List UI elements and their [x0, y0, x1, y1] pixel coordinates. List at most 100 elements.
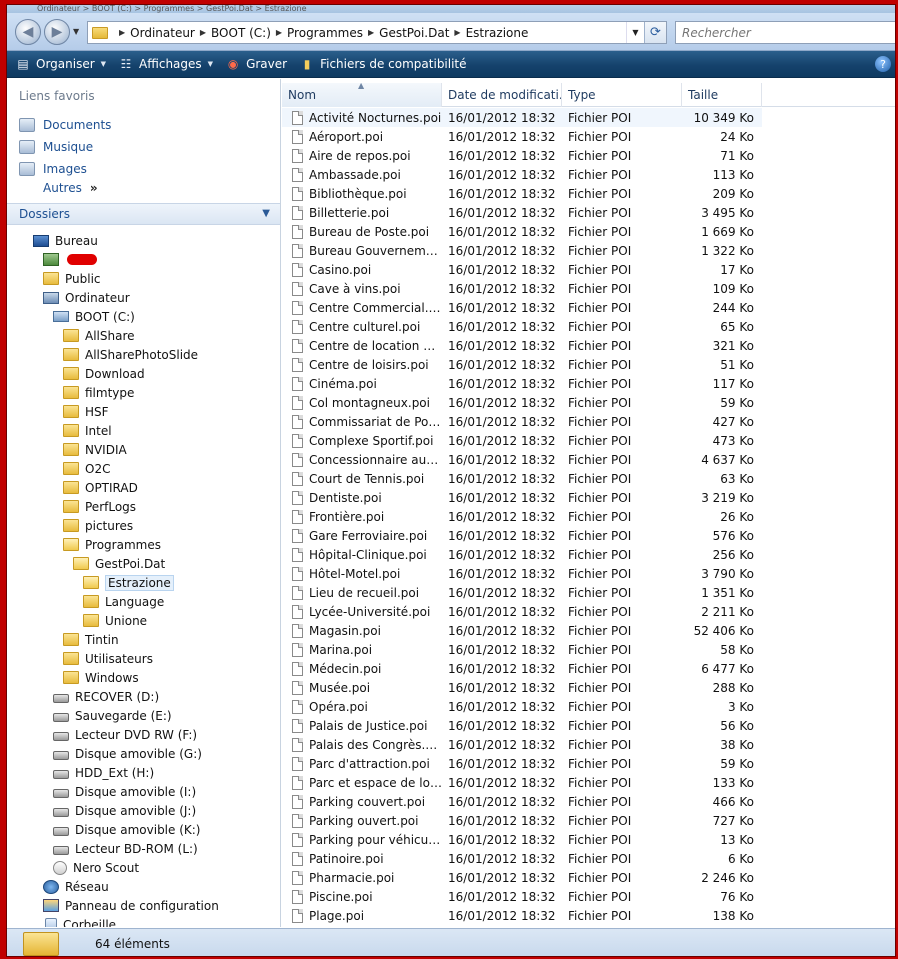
file-row[interactable]: Cinéma.poi 16/01/2012 18:32 Fichier POI 117… [282, 374, 762, 393]
file-row[interactable]: Centre de location de ... 16/01/2012 18:3… [282, 336, 762, 355]
tree-item[interactable]: RECOVER (D:) [53, 687, 159, 706]
file-row[interactable]: Aire de repos.poi 16/01/2012 18:32 Fichier… [282, 146, 762, 165]
file-row[interactable]: Lycée-Université.poi 16/01/2012 18:32 Fich… [282, 602, 762, 621]
favorites-more-link[interactable]: Autres » [43, 181, 98, 195]
file-row[interactable]: Ambassade.poi 16/01/2012 18:32 Fichier POI… [282, 165, 762, 184]
tree-item[interactable]: Programmes [63, 535, 161, 554]
breadcrumb-item[interactable]: GestPoi.Dat [379, 26, 449, 40]
tree-item[interactable]: Bureau [33, 231, 98, 250]
file-row[interactable]: Parking ouvert.poi 16/01/2012 18:32 Fichie… [282, 811, 762, 830]
breadcrumb-item[interactable]: Ordinateur [130, 26, 195, 40]
favorite-music[interactable]: Musique [19, 137, 93, 157]
file-row[interactable]: Parc et espace de losirs... 16/01/2012 18… [282, 773, 762, 792]
tree-item[interactable]: pictures [63, 516, 133, 535]
tree-item[interactable]: Disque amovible (K:) [53, 820, 201, 839]
tree-item[interactable]: Estrazione [83, 573, 174, 592]
breadcrumb-item[interactable]: Programmes [287, 26, 363, 40]
tree-item[interactable]: Intel [63, 421, 112, 440]
file-row[interactable]: Frontière.poi 16/01/2012 18:32 Fichier POI… [282, 507, 762, 526]
file-row[interactable]: Opéra.poi 16/01/2012 18:32 Fichier POI 3 Ko [282, 697, 762, 716]
column-date[interactable]: Date de modificati... [442, 83, 562, 107]
file-row[interactable]: Palais de Justice.poi 16/01/2012 18:32 Fic… [282, 716, 762, 735]
tree-item[interactable]: Download [63, 364, 145, 383]
file-row[interactable]: Bureau de Poste.poi 16/01/2012 18:32 Fichi… [282, 222, 762, 241]
file-row[interactable]: Parking pour véhicules... 16/01/2012 18:3… [282, 830, 762, 849]
tree-item[interactable]: HSF [63, 402, 109, 421]
tree-item[interactable]: Unione [83, 611, 147, 630]
column-type[interactable]: Type [562, 83, 682, 107]
burn-button[interactable]: ◉ Graver [225, 57, 287, 71]
file-row[interactable]: Musée.poi 16/01/2012 18:32 Fichier POI 288 … [282, 678, 762, 697]
file-row[interactable]: Bibliothèque.poi 16/01/2012 18:32 Fichier … [282, 184, 762, 203]
file-row[interactable]: Piscine.poi 16/01/2012 18:32 Fichier POI 76… [282, 887, 762, 906]
tree-item[interactable]: filmtype [63, 383, 134, 402]
breadcrumb-item[interactable]: Estrazione [466, 26, 529, 40]
file-row[interactable]: poi.lst16/01/2012 18:32MapShow liste de.… [282, 925, 762, 927]
tree-item[interactable]: Réseau [43, 877, 109, 896]
refresh-button[interactable]: ⟳ [644, 22, 666, 43]
tree-item[interactable]: OPTIRAD [63, 478, 138, 497]
tree-item[interactable]: Disque amovible (I:) [53, 782, 196, 801]
breadcrumb-separator-icon[interactable]: ▶ [200, 28, 206, 37]
tree-item[interactable]: BOOT (C:) [53, 307, 135, 326]
tree-item[interactable]: Public [43, 269, 101, 288]
file-row[interactable]: Plage.poi 16/01/2012 18:32 Fichier POI 138 … [282, 906, 762, 925]
tree-item[interactable]: Windows [63, 668, 139, 687]
file-row[interactable]: Cave à vins.poi 16/01/2012 18:32 Fichier P… [282, 279, 762, 298]
file-row[interactable]: Activité Nocturnes.poi 16/01/2012 18:32 Fi… [282, 108, 762, 127]
column-size[interactable]: Taille [682, 83, 762, 107]
file-row[interactable]: Hôtel-Motel.poi 16/01/2012 18:32 Fichier P… [282, 564, 762, 583]
favorite-documents[interactable]: Documents [19, 115, 111, 135]
tree-item[interactable]: Sauvegarde (E:) [53, 706, 172, 725]
search-input[interactable] [682, 25, 895, 40]
breadcrumb-separator-icon[interactable]: ▶ [276, 28, 282, 37]
file-row[interactable]: Aéroport.poi 16/01/2012 18:32 Fichier POI 2… [282, 127, 762, 146]
file-row[interactable]: Marina.poi 16/01/2012 18:32 Fichier POI 58 … [282, 640, 762, 659]
tree-item[interactable] [43, 250, 97, 269]
tree-item[interactable]: Lecteur DVD RW (F:) [53, 725, 197, 744]
views-button[interactable]: ☷ Affichages ▼ [118, 57, 213, 71]
file-row[interactable]: Parc d'attraction.poi 16/01/2012 18:32 Fic… [282, 754, 762, 773]
tree-item[interactable]: Corbeille [43, 915, 116, 927]
tree-item[interactable]: Disque amovible (G:) [53, 744, 202, 763]
address-dropdown-icon[interactable]: ▼ [626, 22, 644, 43]
address-bar[interactable]: ▶ Ordinateur ▶ BOOT (C:) ▶ Programmes ▶ GestPoi… [87, 21, 667, 44]
file-row[interactable]: Centre Commercial.poi 16/01/2012 18:32 Fic… [282, 298, 762, 317]
tree-item[interactable]: Tintin [63, 630, 119, 649]
file-row[interactable]: Patinoire.poi 16/01/2012 18:32 Fichier POI… [282, 849, 762, 868]
tree-item[interactable]: Panneau de configuration [43, 896, 219, 915]
file-row[interactable]: Magasin.poi 16/01/2012 18:32 Fichier POI 52… [282, 621, 762, 640]
tree-item[interactable]: PerfLogs [63, 497, 136, 516]
file-row[interactable]: Lieu de recueil.poi 16/01/2012 18:32 Fichi… [282, 583, 762, 602]
search-box[interactable] [675, 21, 895, 44]
file-row[interactable]: Complexe Sportif.poi 16/01/2012 18:32 Fich… [282, 431, 762, 450]
tree-item[interactable]: GestPoi.Dat [73, 554, 165, 573]
file-row[interactable]: Casino.poi 16/01/2012 18:32 Fichier POI 17 … [282, 260, 762, 279]
file-row[interactable]: Palais des Congrès.poi 16/01/2012 18:32 Fi… [282, 735, 762, 754]
tree-item[interactable]: O2C [63, 459, 110, 478]
tree-item[interactable]: Ordinateur [43, 288, 130, 307]
tree-item[interactable]: AllSharePhotoSlide [63, 345, 198, 364]
tree-item[interactable]: NVIDIA [63, 440, 127, 459]
tree-item[interactable]: Disque amovible (J:) [53, 801, 196, 820]
help-icon[interactable]: ? [875, 56, 891, 72]
organize-button[interactable]: ▤ Organiser ▼ [15, 57, 106, 71]
breadcrumb-separator-icon[interactable]: ▶ [119, 28, 125, 37]
file-row[interactable]: Centre culturel.poi 16/01/2012 18:32 Fichi… [282, 317, 762, 336]
forward-button[interactable]: ▶ [44, 19, 70, 45]
file-row[interactable]: Commissariat de Polic... 16/01/2012 18:32… [282, 412, 762, 431]
breadcrumb-separator-icon[interactable]: ▶ [454, 28, 460, 37]
file-row[interactable]: Col montagneux.poi 16/01/2012 18:32 Fichie… [282, 393, 762, 412]
tree-item[interactable]: Lecteur BD-ROM (L:) [53, 839, 198, 858]
breadcrumb-separator-icon[interactable]: ▶ [368, 28, 374, 37]
compatibility-files-button[interactable]: ▮ Fichiers de compatibilité [299, 57, 467, 71]
file-row[interactable]: Bureau Gouvernement... 16/01/2012 18:32 Fi… [282, 241, 762, 260]
file-row[interactable]: Court de Tennis.poi 16/01/2012 18:32 Fichi… [282, 469, 762, 488]
file-row[interactable]: Centre de loisirs.poi 16/01/2012 18:32 Fic… [282, 355, 762, 374]
file-row[interactable]: Concessionnaire auto... 16/01/2012 18:32 F… [282, 450, 762, 469]
file-row[interactable]: Gare Ferroviaire.poi 16/01/2012 18:32 Fich… [282, 526, 762, 545]
folders-header[interactable]: Dossiers ▼ [7, 203, 280, 225]
tree-item[interactable]: HDD_Ext (H:) [53, 763, 154, 782]
tree-item[interactable]: AllShare [63, 326, 135, 345]
breadcrumb-item[interactable]: BOOT (C:) [211, 26, 271, 40]
